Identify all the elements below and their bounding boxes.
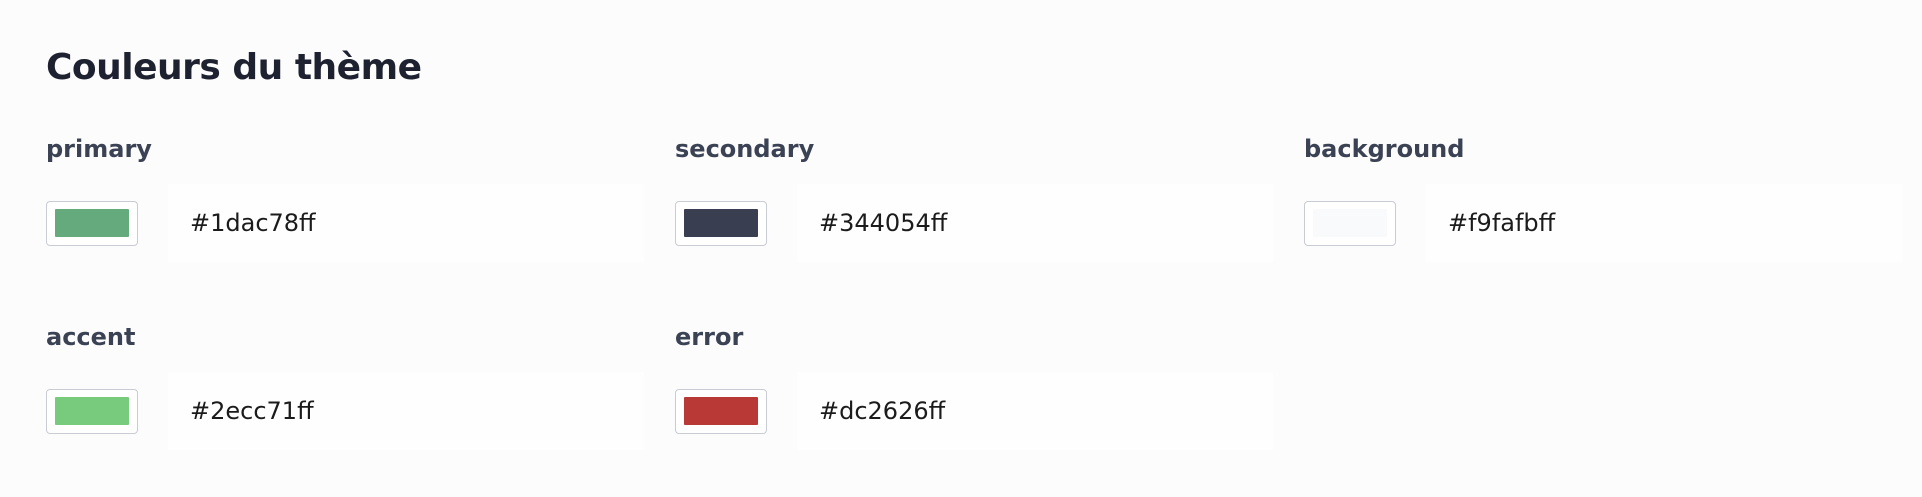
- color-fields-grid: primary secondary background: [46, 134, 1902, 450]
- color-field-accent: accent: [46, 322, 644, 450]
- field-label: accent: [46, 323, 136, 351]
- field-label: primary: [46, 135, 152, 163]
- color-picker-button[interactable]: [1304, 200, 1396, 246]
- color-picker-button[interactable]: [675, 200, 767, 246]
- color-swatch: [684, 397, 758, 425]
- hex-color-input[interactable]: [168, 372, 644, 450]
- color-swatch: [55, 209, 129, 237]
- color-picker-button[interactable]: [675, 388, 767, 434]
- hex-color-input[interactable]: [1426, 184, 1902, 262]
- field-row: [1304, 184, 1902, 262]
- color-field-secondary: secondary: [675, 134, 1273, 262]
- field-label: error: [675, 323, 744, 351]
- theme-colors-panel: Couleurs du thème primary secondary back…: [0, 0, 1922, 497]
- color-swatch: [55, 397, 129, 425]
- field-row: [46, 184, 644, 262]
- color-field-primary: primary: [46, 134, 644, 262]
- hex-color-input[interactable]: [168, 184, 644, 262]
- color-picker-button[interactable]: [46, 200, 138, 246]
- field-label: background: [1304, 135, 1465, 163]
- color-field-background: background: [1304, 134, 1902, 262]
- hex-color-input[interactable]: [797, 372, 1273, 450]
- color-field-error: error: [675, 322, 1273, 450]
- field-label: secondary: [675, 135, 815, 163]
- color-swatch: [1313, 209, 1387, 237]
- field-row: [675, 184, 1273, 262]
- color-picker-button[interactable]: [46, 388, 138, 434]
- color-swatch: [684, 209, 758, 237]
- page-title: Couleurs du thème: [46, 47, 422, 88]
- field-row: [46, 372, 644, 450]
- hex-color-input[interactable]: [797, 184, 1273, 262]
- field-row: [675, 372, 1273, 450]
